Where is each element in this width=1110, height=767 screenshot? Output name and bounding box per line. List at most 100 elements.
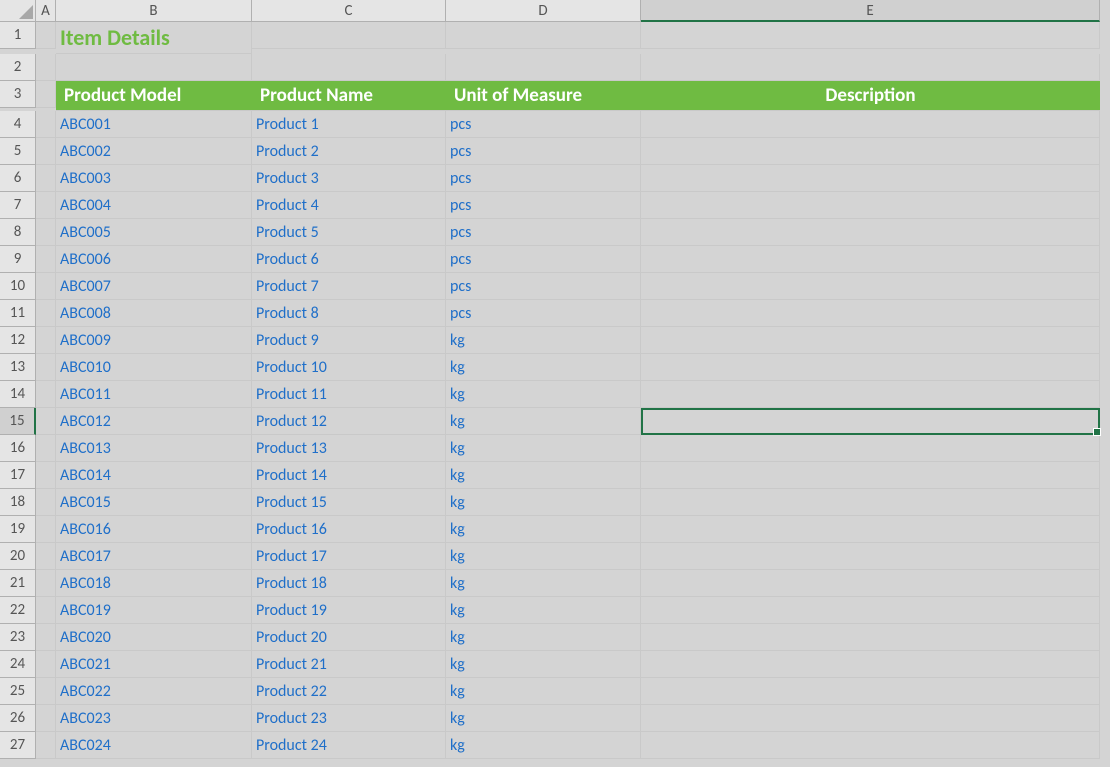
cell-unit-of-measure[interactable]: kg	[446, 435, 641, 462]
cell-description[interactable]	[641, 300, 1100, 327]
cell-C2[interactable]	[252, 54, 446, 81]
col-header-D[interactable]: D	[446, 0, 641, 22]
cell-A26[interactable]	[36, 705, 56, 732]
cell-description[interactable]	[641, 246, 1100, 273]
cell-unit-of-measure[interactable]: pcs	[446, 300, 641, 327]
cell-product-model[interactable]: ABC013	[56, 435, 252, 462]
cell-description[interactable]	[641, 462, 1100, 489]
cell-A20[interactable]	[36, 543, 56, 570]
cell-unit-of-measure[interactable]: kg	[446, 327, 641, 354]
cell-A5[interactable]	[36, 138, 56, 165]
cell-product-name[interactable]: Product 11	[252, 381, 446, 408]
cell-product-name[interactable]: Product 23	[252, 705, 446, 732]
cell-unit-of-measure[interactable]: pcs	[446, 273, 641, 300]
cell-E1[interactable]	[641, 22, 1100, 49]
row-header-16[interactable]: 16	[0, 435, 36, 462]
cell-unit-of-measure[interactable]: kg	[446, 597, 641, 624]
cell-product-name[interactable]: Product 13	[252, 435, 446, 462]
cell-product-model[interactable]: ABC023	[56, 705, 252, 732]
cell-product-model[interactable]: ABC010	[56, 354, 252, 381]
cell-description[interactable]	[641, 192, 1100, 219]
col-header-C[interactable]: C	[252, 0, 446, 22]
cell-description[interactable]	[641, 543, 1100, 570]
cell-product-model[interactable]: ABC018	[56, 570, 252, 597]
cell-A24[interactable]	[36, 651, 56, 678]
row-header-25[interactable]: 25	[0, 678, 36, 705]
cell-product-model[interactable]: ABC017	[56, 543, 252, 570]
cell-A10[interactable]	[36, 273, 56, 300]
row-header-14[interactable]: 14	[0, 381, 36, 408]
row-header-4[interactable]: 4	[0, 111, 36, 138]
row-header-15[interactable]: 15	[0, 408, 36, 435]
cell-product-model[interactable]: ABC024	[56, 732, 252, 759]
row-header-17[interactable]: 17	[0, 462, 36, 489]
table-header-product-model[interactable]: Product Model	[56, 81, 252, 111]
cell-A27[interactable]	[36, 732, 56, 759]
cell-product-model[interactable]: ABC019	[56, 597, 252, 624]
cell-product-name[interactable]: Product 3	[252, 165, 446, 192]
cell-description[interactable]	[641, 597, 1100, 624]
table-header-product-name[interactable]: Product Name	[252, 81, 446, 111]
row-header-22[interactable]: 22	[0, 597, 36, 624]
cell-product-name[interactable]: Product 12	[252, 408, 446, 435]
cell-product-model[interactable]: ABC009	[56, 327, 252, 354]
cell-A23[interactable]	[36, 624, 56, 651]
cell-A1[interactable]	[36, 22, 56, 49]
cell-product-model[interactable]: ABC022	[56, 678, 252, 705]
cell-A25[interactable]	[36, 678, 56, 705]
row-header-12[interactable]: 12	[0, 327, 36, 354]
cell-description[interactable]	[641, 651, 1100, 678]
cell-unit-of-measure[interactable]: kg	[446, 408, 641, 435]
cell-product-model[interactable]: ABC003	[56, 165, 252, 192]
cell-product-name[interactable]: Product 15	[252, 489, 446, 516]
cell-product-name[interactable]: Product 14	[252, 462, 446, 489]
cell-description[interactable]	[641, 732, 1100, 759]
cell-A7[interactable]	[36, 192, 56, 219]
page-title[interactable]: Item Details	[56, 22, 252, 54]
cell-product-name[interactable]: Product 5	[252, 219, 446, 246]
cell-product-model[interactable]: ABC008	[56, 300, 252, 327]
cell-description[interactable]	[641, 327, 1100, 354]
cell-product-model[interactable]: ABC016	[56, 516, 252, 543]
cell-description[interactable]	[641, 165, 1100, 192]
cell-product-model[interactable]: ABC002	[56, 138, 252, 165]
cell-product-name[interactable]: Product 17	[252, 543, 446, 570]
cell-description[interactable]	[641, 408, 1100, 435]
row-header-19[interactable]: 19	[0, 516, 36, 543]
cell-D1[interactable]	[446, 22, 641, 49]
cell-A3[interactable]	[36, 81, 56, 108]
row-header-13[interactable]: 13	[0, 354, 36, 381]
cell-description[interactable]	[641, 138, 1100, 165]
cell-unit-of-measure[interactable]: pcs	[446, 138, 641, 165]
cell-description[interactable]	[641, 111, 1100, 138]
cell-unit-of-measure[interactable]: kg	[446, 489, 641, 516]
col-header-E[interactable]: E	[641, 0, 1100, 22]
cell-product-name[interactable]: Product 10	[252, 354, 446, 381]
row-header-7[interactable]: 7	[0, 192, 36, 219]
cell-product-model[interactable]: ABC011	[56, 381, 252, 408]
cell-product-name[interactable]: Product 1	[252, 111, 446, 138]
row-header-27[interactable]: 27	[0, 732, 36, 759]
cell-description[interactable]	[641, 219, 1100, 246]
cell-product-name[interactable]: Product 18	[252, 570, 446, 597]
cell-description[interactable]	[641, 489, 1100, 516]
row-header-9[interactable]: 9	[0, 246, 36, 273]
cell-product-model[interactable]: ABC007	[56, 273, 252, 300]
cell-product-model[interactable]: ABC014	[56, 462, 252, 489]
cell-unit-of-measure[interactable]: kg	[446, 651, 641, 678]
row-header-20[interactable]: 20	[0, 543, 36, 570]
cell-A12[interactable]	[36, 327, 56, 354]
cell-product-name[interactable]: Product 6	[252, 246, 446, 273]
cell-D2[interactable]	[446, 54, 641, 81]
cell-description[interactable]	[641, 705, 1100, 732]
cell-C1[interactable]	[252, 22, 446, 49]
row-header-24[interactable]: 24	[0, 651, 36, 678]
cell-A19[interactable]	[36, 516, 56, 543]
cell-product-name[interactable]: Product 7	[252, 273, 446, 300]
cell-product-name[interactable]: Product 20	[252, 624, 446, 651]
cell-B2[interactable]	[56, 54, 252, 81]
cell-product-name[interactable]: Product 2	[252, 138, 446, 165]
cell-unit-of-measure[interactable]: kg	[446, 678, 641, 705]
cell-A9[interactable]	[36, 246, 56, 273]
cell-A6[interactable]	[36, 165, 56, 192]
